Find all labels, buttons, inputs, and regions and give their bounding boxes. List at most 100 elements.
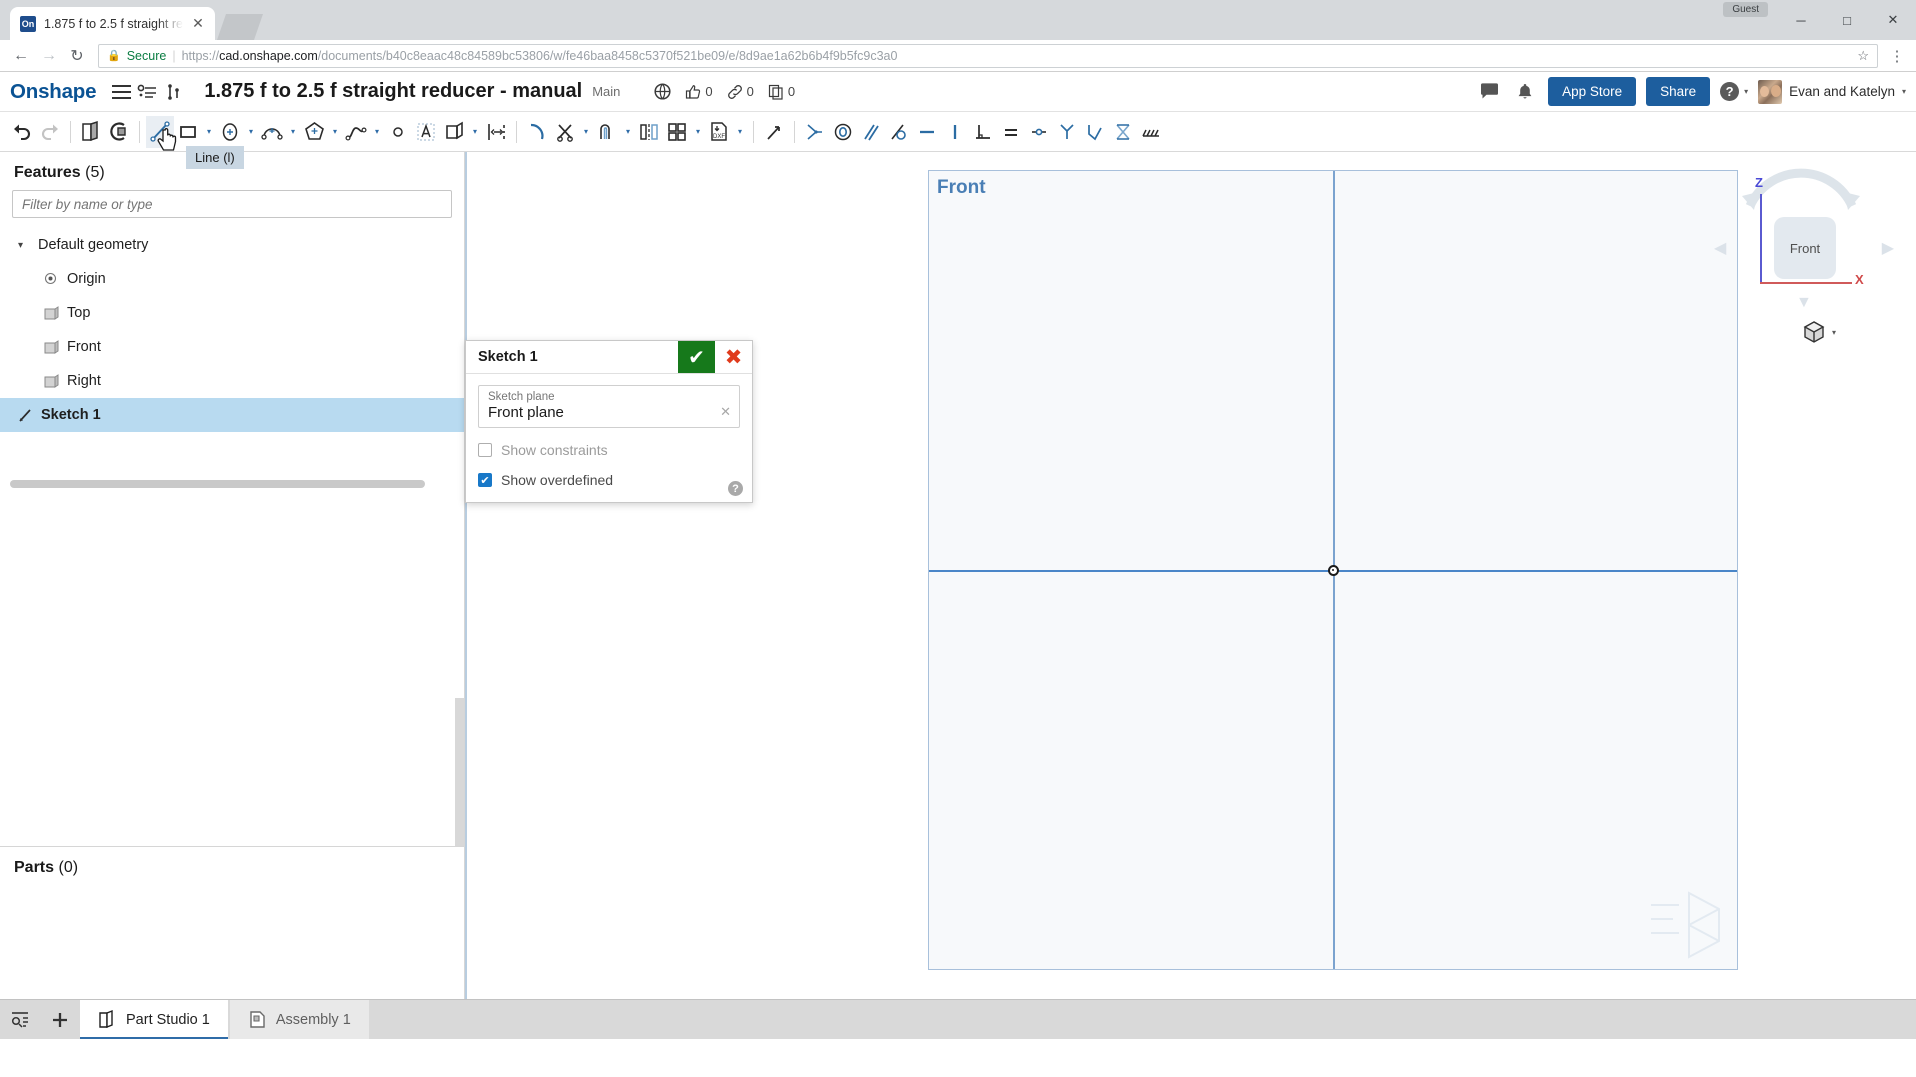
constraint-midpoint-icon[interactable] — [1025, 116, 1053, 148]
linear-pattern-icon[interactable] — [663, 116, 691, 148]
workspace-name[interactable]: Main — [592, 84, 620, 99]
add-tab-button[interactable] — [40, 1000, 80, 1039]
branch-merge-icon[interactable] — [160, 77, 186, 107]
point-tool-icon[interactable] — [384, 116, 412, 148]
graphics-canvas[interactable]: Front Front ◀ ▶ ▼ Z X ▾ — [465, 152, 1916, 999]
fillet-tool-icon[interactable] — [523, 116, 551, 148]
new-sketch-icon[interactable] — [77, 116, 105, 148]
app-store-button[interactable]: App Store — [1548, 77, 1637, 106]
arc-tool-icon[interactable] — [258, 116, 286, 148]
likes-counter[interactable]: 0 — [685, 84, 713, 100]
back-icon[interactable]: ← — [8, 43, 34, 69]
hamburger-menu-icon[interactable] — [108, 77, 134, 107]
constraint-fix-icon[interactable] — [1081, 116, 1109, 148]
filter-input[interactable] — [12, 190, 452, 218]
show-overdefined-checkbox[interactable]: ✔ — [478, 473, 492, 487]
rotate-down-arrow-icon[interactable]: ▼ — [1796, 294, 1812, 312]
mirror-tool-icon[interactable] — [635, 116, 663, 148]
links-counter[interactable]: 0 — [727, 84, 754, 100]
chevron-down-icon[interactable]: ▾ — [18, 240, 30, 251]
tab-assembly-1[interactable]: Assembly 1 — [229, 1000, 369, 1039]
public-globe-icon[interactable] — [654, 83, 671, 100]
spline-tool-icon[interactable] — [342, 116, 370, 148]
circle-tool-icon[interactable] — [216, 116, 244, 148]
trim-caret-icon[interactable]: ▾ — [579, 116, 593, 148]
undo-icon[interactable] — [8, 116, 36, 148]
sketch-help-icon[interactable]: ? — [728, 481, 743, 496]
show-constraints-row[interactable]: Show constraints — [478, 442, 740, 458]
rotate-right-arrow-icon[interactable]: ▶ — [1882, 238, 1894, 258]
maximize-icon[interactable]: □ — [1824, 0, 1870, 40]
user-menu[interactable]: Evan and Katelyn ▾ — [1758, 79, 1906, 104]
sketch-plane-field[interactable]: Sketch plane Front plane ✕ — [478, 385, 740, 428]
import-dxf-icon[interactable]: DXF — [705, 116, 733, 148]
tree-item-front-plane[interactable]: Front — [0, 330, 464, 364]
tree-item-sketch-1[interactable]: Sketch 1 — [0, 398, 464, 432]
rectangle-tool-icon[interactable] — [174, 116, 202, 148]
line-tool-icon[interactable] — [146, 115, 177, 151]
trim-scissors-icon[interactable] — [551, 116, 579, 148]
tree-group-default-geometry[interactable]: ▾ Default geometry — [0, 228, 464, 262]
constraint-vertical-icon[interactable] — [941, 116, 969, 148]
sketch-entities-icon[interactable] — [105, 116, 133, 148]
sketch-origin-point[interactable] — [1327, 564, 1339, 576]
notifications-bell-icon[interactable] — [1512, 77, 1538, 107]
arc-caret-icon[interactable]: ▾ — [286, 116, 300, 148]
bookmark-star-icon[interactable]: ☆ — [1857, 48, 1869, 64]
constraint-concentric-icon[interactable] — [829, 116, 857, 148]
tree-item-origin[interactable]: Origin — [0, 262, 464, 296]
constraint-parallel-icon[interactable] — [857, 116, 885, 148]
circle-caret-icon[interactable]: ▾ — [244, 116, 258, 148]
construction-toggle-icon[interactable] — [760, 116, 788, 148]
document-title[interactable]: 1.875 f to 2.5 f straight reducer - manu… — [204, 80, 582, 103]
import-dxf-caret-icon[interactable]: ▾ — [733, 116, 747, 148]
constraint-normal-icon[interactable] — [1109, 116, 1137, 148]
redo-icon[interactable] — [36, 116, 64, 148]
use-project-caret-icon[interactable]: ▾ — [468, 116, 482, 148]
share-button[interactable]: Share — [1646, 77, 1711, 106]
version-graph-icon[interactable] — [134, 77, 160, 107]
rectangle-caret-icon[interactable]: ▾ — [202, 116, 216, 148]
offset-tool-icon[interactable] — [593, 116, 621, 148]
polygon-caret-icon[interactable]: ▾ — [328, 116, 342, 148]
close-window-icon[interactable]: ✕ — [1870, 0, 1916, 40]
guest-profile-chip[interactable]: Guest — [1723, 2, 1768, 17]
constraint-perpendicular-icon[interactable] — [969, 116, 997, 148]
rotate-arc-icon[interactable] — [1736, 166, 1866, 214]
clear-plane-icon[interactable]: ✕ — [720, 404, 731, 420]
address-bar[interactable]: 🔒 Secure | https://cad.onshape.com/docum… — [98, 43, 1878, 68]
constraint-symmetric-icon[interactable] — [1053, 116, 1081, 148]
view-cube-front-face[interactable]: Front — [1774, 217, 1836, 279]
minimize-icon[interactable]: ─ — [1778, 0, 1824, 40]
new-tab-button[interactable] — [217, 14, 263, 40]
rotate-left-arrow-icon[interactable]: ◀ — [1714, 238, 1726, 258]
show-overdefined-row[interactable]: ✔ Show overdefined — [478, 472, 740, 488]
tree-item-right-plane[interactable]: Right — [0, 364, 464, 398]
panel-scrollbar[interactable] — [455, 698, 464, 846]
view-style-menu[interactable]: ▾ — [1802, 320, 1836, 344]
chrome-menu-icon[interactable]: ⋮ — [1886, 47, 1908, 65]
constraint-coincident-icon[interactable] — [801, 116, 829, 148]
polygon-tool-icon[interactable] — [300, 116, 328, 148]
forward-icon[interactable]: → — [36, 43, 62, 69]
spline-caret-icon[interactable]: ▾ — [370, 116, 384, 148]
help-menu[interactable]: ? ▾ — [1720, 82, 1748, 101]
browser-tab[interactable]: On 1.875 f to 2.5 f straight re ✕ — [10, 7, 215, 40]
constraint-equal-icon[interactable] — [997, 116, 1025, 148]
text-tool-icon[interactable] — [412, 116, 440, 148]
close-tab-icon[interactable]: ✕ — [191, 15, 205, 32]
tab-part-studio-1[interactable]: Part Studio 1 — [80, 1000, 228, 1039]
offset-caret-icon[interactable]: ▾ — [621, 116, 635, 148]
dimension-tool-icon[interactable] — [482, 116, 510, 148]
feature-tree-rollback-bar[interactable] — [10, 480, 425, 488]
use-project-icon[interactable] — [440, 116, 468, 148]
sketch-plane-boundary[interactable]: Front — [928, 170, 1738, 970]
linear-pattern-caret-icon[interactable]: ▾ — [691, 116, 705, 148]
show-constraints-checkbox[interactable] — [478, 443, 492, 457]
constraint-pattern-icon[interactable] — [1137, 116, 1165, 148]
copies-counter[interactable]: 0 — [768, 84, 795, 100]
comments-icon[interactable] — [1476, 77, 1502, 107]
sketch-cancel-button[interactable]: ✖ — [715, 341, 752, 373]
tree-item-top-plane[interactable]: Top — [0, 296, 464, 330]
constraint-tangent-icon[interactable] — [885, 116, 913, 148]
